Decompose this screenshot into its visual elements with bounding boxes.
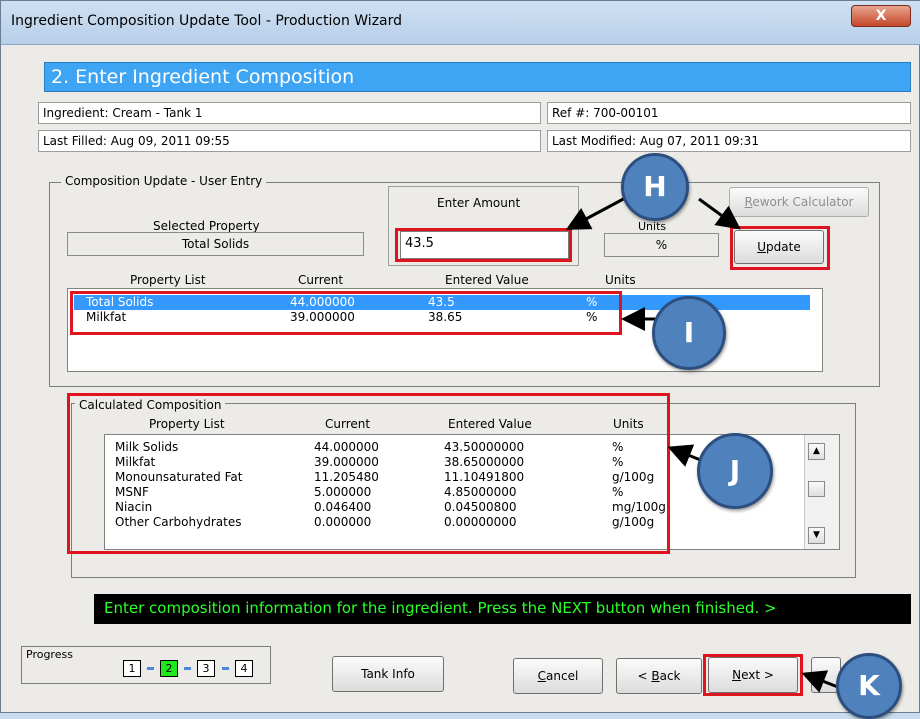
selected-property-field: Total Solids xyxy=(67,232,364,256)
title-bar[interactable]: Ingredient Composition Update Tool - Pro… xyxy=(1,1,920,45)
scroll-down-icon[interactable]: ▼ xyxy=(808,527,825,544)
callout-k: K xyxy=(836,653,902,719)
progress-step-4: 4 xyxy=(235,660,253,677)
cancel-button[interactable]: Cancel xyxy=(513,658,603,694)
entry-header-current: Current xyxy=(298,273,344,287)
window-title: Ingredient Composition Update Tool - Pro… xyxy=(11,13,403,29)
ref-number-field: Ref #: 700-00101 xyxy=(547,102,911,124)
wizard-window: Ingredient Composition Update Tool - Pro… xyxy=(0,0,920,719)
progress-step-2: 2 xyxy=(160,660,178,677)
back-button[interactable]: < Back xyxy=(616,658,702,694)
callout-i: I xyxy=(652,296,726,370)
progress-connector xyxy=(222,667,229,670)
units-label: Units xyxy=(638,220,667,233)
progress-connector xyxy=(184,667,191,670)
progress-step-3: 3 xyxy=(197,660,215,677)
progress-step-1: 1 xyxy=(123,660,141,677)
calc-scrollbar[interactable]: ▲ ▼ xyxy=(804,435,839,549)
entry-header-property: Property List xyxy=(130,273,206,287)
progress-connector xyxy=(147,667,154,670)
amount-input-highlight xyxy=(395,228,572,262)
close-button[interactable]: X xyxy=(851,5,911,27)
enter-amount-label: Enter Amount xyxy=(437,196,521,210)
scroll-up-icon[interactable]: ▲ xyxy=(808,443,825,460)
property-rows-highlight xyxy=(70,291,622,335)
entry-header-entered: Entered Value xyxy=(445,273,529,287)
status-bar: Enter composition information for the in… xyxy=(94,594,911,624)
selected-property-label: Selected Property xyxy=(153,219,260,233)
callout-h: H xyxy=(621,153,689,221)
tank-info-button[interactable]: Tank Info xyxy=(332,656,444,692)
close-icon: X xyxy=(875,8,887,24)
rework-calculator-button[interactable]: Rework Calculator xyxy=(729,187,869,217)
entry-header-units: Units xyxy=(605,273,636,287)
progress-label: Progress xyxy=(26,648,73,661)
callout-j: J xyxy=(697,433,773,509)
units-field: % xyxy=(604,233,719,257)
next-button-highlight xyxy=(703,654,803,696)
update-button-highlight xyxy=(730,226,830,270)
scroll-thumb[interactable] xyxy=(808,481,825,497)
calculated-composition-highlight xyxy=(67,393,670,554)
last-modified-field: Last Modified: Aug 07, 2011 09:31 xyxy=(547,130,911,152)
last-filled-field: Last Filled: Aug 09, 2011 09:55 xyxy=(38,130,541,152)
ingredient-field: Ingredient: Cream - Tank 1 xyxy=(38,102,541,124)
composition-update-group-title: Composition Update - User Entry xyxy=(61,173,267,189)
step-title: 2. Enter Ingredient Composition xyxy=(44,62,911,92)
